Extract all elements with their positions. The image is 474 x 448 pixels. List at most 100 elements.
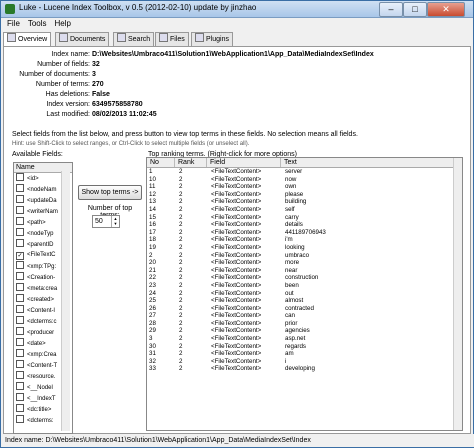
cell-text: self [285, 205, 295, 213]
table-row[interactable]: 12 2 <FileTextContent> please [147, 191, 462, 199]
cell-text: near [285, 266, 298, 274]
has-deletions-label: Has deletions: [45, 91, 90, 98]
cell-no: 11 [149, 183, 156, 191]
tab-files[interactable]: Files [155, 32, 189, 46]
table-row[interactable]: 20 2 <FileTextContent> more [147, 259, 462, 267]
table-row[interactable]: 1 2 <FileTextContent> server [147, 168, 462, 176]
cell-text: am [285, 350, 294, 358]
table-row[interactable]: 30 2 <FileTextContent> regards [147, 343, 462, 351]
table-row[interactable]: 21 2 <FileTextContent> near [147, 267, 462, 275]
cell-field: <FileTextContent> [211, 205, 262, 213]
table-row[interactable]: 14 2 <FileTextContent> self [147, 206, 462, 214]
spinner-arrows-icon[interactable]: ▲ ▼ [111, 216, 119, 227]
tab-search[interactable]: Search [113, 32, 155, 46]
title-bar[interactable]: Luke - Lucene Index Toolbox, v 0.5 (2012… [1, 1, 473, 18]
table-row[interactable]: 17 2 <FileTextContent> 441189706943 [147, 229, 462, 237]
table-row[interactable]: 24 2 <FileTextContent> out [147, 290, 462, 298]
cell-rank: 2 [179, 342, 183, 350]
field-checkbox[interactable] [16, 283, 24, 291]
cell-rank: 2 [179, 183, 183, 191]
field-checkbox[interactable] [16, 316, 24, 324]
table-row[interactable]: 3 2 <FileTextContent> asp.net [147, 335, 462, 343]
table-row[interactable]: 16 2 <FileTextContent> details [147, 221, 462, 229]
table-row[interactable]: 23 2 <FileTextContent> been [147, 282, 462, 290]
field-checkbox[interactable] [16, 360, 24, 368]
top-terms-table[interactable]: No Rank Field Text 1 2 <FileTextContent> se… [146, 157, 463, 431]
table-row[interactable]: 22 2 <FileTextContent> construction [147, 274, 462, 282]
show-top-terms-button[interactable]: Show top terms -> [78, 185, 142, 200]
field-checkbox[interactable] [16, 217, 24, 225]
tab-overview[interactable]: Overview [3, 32, 52, 47]
cell-no: 29 [149, 327, 156, 335]
num-docs-value: 3 [92, 71, 96, 78]
field-name: <nodeNam [27, 187, 57, 193]
field-checkbox[interactable] [16, 371, 24, 379]
cell-no: 30 [149, 342, 156, 350]
table-row[interactable]: 26 2 <FileTextContent> contracted [147, 305, 462, 313]
field-checkbox[interactable] [16, 338, 24, 346]
field-checkbox[interactable] [16, 252, 24, 260]
cell-rank: 2 [179, 350, 183, 358]
table-row[interactable]: 31 2 <FileTextContent> am [147, 350, 462, 358]
terms-scrollbar[interactable] [453, 158, 462, 430]
field-checkbox[interactable] [16, 404, 24, 412]
cell-rank: 2 [179, 297, 183, 305]
num-docs-label: Number of documents: [19, 71, 90, 78]
field-checkbox[interactable] [16, 228, 24, 236]
field-checkbox[interactable] [16, 415, 24, 423]
cell-no: 16 [149, 221, 156, 229]
field-checkbox[interactable] [16, 206, 24, 214]
table-row[interactable]: 18 2 <FileTextContent> i'm [147, 236, 462, 244]
col-field[interactable]: Field [207, 158, 281, 167]
cell-text: server [285, 168, 303, 175]
table-row[interactable]: 2 2 <FileTextContent> umbraco [147, 252, 462, 260]
field-checkbox[interactable] [16, 173, 24, 181]
table-row[interactable]: 27 2 <FileTextContent> can [147, 312, 462, 320]
field-checkbox[interactable] [16, 184, 24, 192]
num-terms-value: 270 [92, 81, 104, 88]
tab-plugins[interactable]: Plugins [191, 32, 233, 46]
tab-documents[interactable]: Documents [55, 32, 110, 46]
field-checkbox[interactable] [16, 393, 24, 401]
table-row[interactable]: 28 2 <FileTextContent> prior [147, 320, 462, 328]
cell-rank: 2 [179, 274, 183, 282]
table-row[interactable]: 33 2 <FileTextContent> developing [147, 365, 462, 373]
table-row[interactable]: 25 2 <FileTextContent> almost [147, 297, 462, 305]
field-checkbox[interactable] [16, 272, 24, 280]
num-fields-label: Number of fields: [37, 61, 90, 68]
field-checkbox[interactable] [16, 261, 24, 269]
maximize-button[interactable]: □ [403, 2, 427, 17]
col-rank[interactable]: Rank [175, 158, 207, 167]
num-terms-label: Number of terms: [35, 81, 90, 88]
field-name: <dcterms:c [27, 319, 57, 325]
table-row[interactable]: 11 2 <FileTextContent> own [147, 183, 462, 191]
menu-tools[interactable]: Tools [28, 19, 47, 28]
num-top-terms-spinner[interactable]: 50 ▲ ▼ [92, 215, 120, 228]
table-row[interactable]: 15 2 <FileTextContent> carry [147, 214, 462, 222]
field-checkbox[interactable] [16, 327, 24, 335]
table-row[interactable]: 32 2 <FileTextContent> i [147, 358, 462, 366]
menu-file[interactable]: File [7, 19, 20, 28]
fields-scrollbar[interactable] [61, 171, 70, 431]
field-checkbox[interactable] [16, 305, 24, 313]
field-checkbox[interactable] [16, 294, 24, 302]
col-text[interactable]: Text [281, 158, 454, 167]
cell-no: 10 [149, 175, 156, 183]
menu-help[interactable]: Help [54, 19, 70, 28]
field-checkbox[interactable] [16, 239, 24, 247]
field-name: <Content-T [27, 363, 58, 369]
table-row[interactable]: 29 2 <FileTextContent> agencies [147, 327, 462, 335]
field-checkbox[interactable] [16, 195, 24, 203]
table-row[interactable]: 19 2 <FileTextContent> looking [147, 244, 462, 252]
field-checkbox[interactable] [16, 349, 24, 357]
table-row[interactable]: 10 2 <FileTextContent> now [147, 176, 462, 184]
col-no[interactable]: No [147, 158, 175, 167]
cell-rank: 2 [179, 213, 183, 221]
minimize-button[interactable]: – [379, 2, 403, 17]
table-row[interactable]: 13 2 <FileTextContent> building [147, 198, 462, 206]
num-top-terms-value: 50 [95, 218, 103, 225]
cell-text: more [285, 259, 300, 267]
close-button[interactable]: ✕ [427, 2, 465, 17]
field-name: <date> [27, 341, 46, 347]
field-checkbox[interactable] [16, 382, 24, 390]
